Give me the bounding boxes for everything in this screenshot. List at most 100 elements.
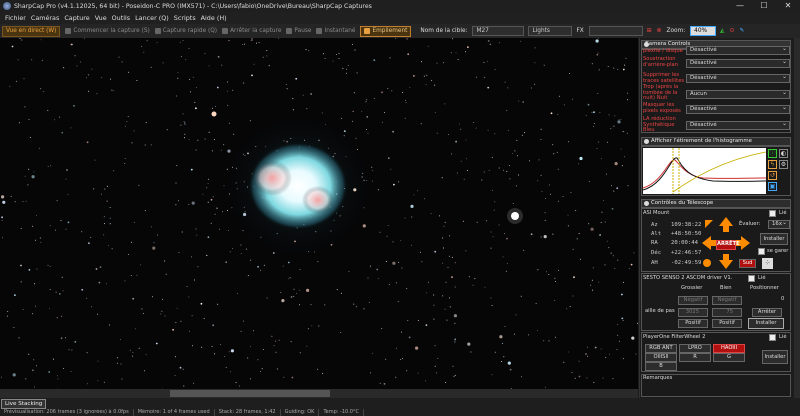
menu-cameras[interactable]: Caméras <box>31 14 59 22</box>
star <box>322 372 324 374</box>
star <box>614 115 616 117</box>
histogram-contrast-icon[interactable]: ◐ <box>779 149 788 158</box>
star <box>490 247 492 249</box>
maximize-button[interactable]: ☐ <box>752 0 776 12</box>
star <box>175 204 177 206</box>
star <box>25 378 27 380</box>
park-checkbox[interactable] <box>758 248 765 255</box>
star <box>593 126 595 127</box>
star <box>550 112 553 115</box>
northwest-arrow-icon[interactable] <box>705 220 713 228</box>
filter-button[interactable]: G <box>713 353 745 362</box>
no-overlay-icon[interactable]: ⊗ <box>657 28 662 34</box>
focuser-install-button[interactable]: Installer <box>748 318 784 329</box>
crosshair-icon[interactable]: ⊞ <box>647 28 652 34</box>
stop-capture-button[interactable]: Arrêter la capture <box>222 28 281 34</box>
pen-icon[interactable]: ✎ <box>740 28 745 34</box>
camera-row-select[interactable]: Désactivé <box>686 58 790 68</box>
mount-grid-icon[interactable]: ⁘ <box>762 258 773 269</box>
start-capture-button[interactable]: Commencer la capture (S) <box>65 28 150 34</box>
histogram-chart[interactable] <box>643 148 766 194</box>
mount-linked-checkbox[interactable] <box>769 210 776 217</box>
histogram-stretch-icon[interactable]: ϟ <box>768 160 777 169</box>
focuser-stop-button[interactable]: Arrêter <box>752 308 782 317</box>
reticle-icon[interactable]: ⊙ <box>730 28 735 34</box>
star <box>540 236 542 238</box>
live-stacking-tab[interactable]: Live Stacking <box>1 399 47 409</box>
filterwheel-install-button[interactable]: Installer <box>762 350 788 364</box>
camera-preview[interactable] <box>0 38 638 398</box>
filter-button-active[interactable]: HAOIII <box>713 344 745 353</box>
filter-button[interactable]: RGB ANT <box>645 344 677 353</box>
menu-view[interactable]: Vue <box>95 14 107 22</box>
star <box>543 64 545 66</box>
stop-icon <box>222 28 229 34</box>
panel-scrollbar[interactable] <box>794 38 800 398</box>
star <box>373 98 375 99</box>
histogram-save-icon[interactable]: ▣ <box>768 182 777 191</box>
histogram-reset-icon[interactable]: ↺ <box>768 171 777 180</box>
focuser-fine-positive-button[interactable]: Positif <box>712 319 742 328</box>
star <box>606 240 608 242</box>
north-arrow-icon[interactable] <box>719 217 733 232</box>
quick-capture-button[interactable]: Capture rapide (Q) <box>154 28 217 34</box>
focuser-coarse-negative-button[interactable]: Négatif <box>678 296 708 305</box>
star <box>126 121 128 122</box>
focuser-coarse-positive-button[interactable]: Positif <box>678 319 708 328</box>
histogram-header[interactable]: Afficher l'étirement de l'histogramme <box>641 137 791 146</box>
pause-button[interactable]: Pause <box>286 28 311 34</box>
camera-row-select[interactable]: Aucun <box>686 89 790 99</box>
filter-button[interactable]: OIIISII <box>645 353 677 362</box>
star <box>28 269 31 271</box>
star <box>387 225 389 226</box>
focuser-fine-step-input[interactable]: 75 <box>712 308 742 317</box>
focuser-coarse-step-input[interactable]: 3025 <box>678 308 708 317</box>
mount-stop-button[interactable]: ARRÊTE <box>716 240 740 250</box>
mount-south-button[interactable]: Sud <box>739 259 756 268</box>
live-view-button[interactable]: Vue en direct (W) <box>2 25 61 37</box>
focus-assist-icon[interactable]: ◭ <box>720 28 724 34</box>
camera-row-select[interactable]: Désactivé <box>686 73 790 83</box>
histogram-auto-icon[interactable]: ⓘ <box>768 149 777 158</box>
close-button[interactable]: ✕ <box>776 0 800 12</box>
menu-file[interactable]: Fichier <box>5 14 26 22</box>
menu-tools[interactable]: Outils <box>112 14 130 22</box>
star <box>553 153 555 155</box>
mount-install-button[interactable]: Installer <box>760 233 788 245</box>
filter-button[interactable]: R <box>679 353 711 362</box>
star <box>0 195 5 199</box>
slew-rate-select[interactable]: 16x <box>768 219 790 229</box>
frame-type-select[interactable]: Lights <box>528 26 573 36</box>
menu-capture[interactable]: Capture <box>64 14 89 22</box>
snapshot-button[interactable]: Instantané <box>316 28 355 34</box>
histogram-settings-icon[interactable]: ⚙ <box>779 160 788 169</box>
focuser-linked-checkbox[interactable] <box>748 275 755 282</box>
target-name-input[interactable]: M27 <box>472 26 525 36</box>
star <box>420 251 421 253</box>
star <box>227 230 229 231</box>
star <box>153 241 155 243</box>
stacking-button[interactable]: Empilement <box>360 25 412 37</box>
camera-row-select[interactable]: Désactivé <box>686 120 790 130</box>
fx-select[interactable] <box>588 26 643 36</box>
camera-row-select[interactable]: Désactivé <box>686 45 790 55</box>
filter-button[interactable]: LPRO <box>679 344 711 353</box>
menu-scripts[interactable]: Scripts <box>174 14 196 22</box>
filterwheel-linked-checkbox[interactable] <box>769 334 776 341</box>
focuser-fine-negative-button[interactable]: Négatif <box>712 296 742 305</box>
zoom-select[interactable]: 40% <box>690 26 717 36</box>
filter-button[interactable]: B <box>645 362 677 371</box>
west-arrow-icon[interactable] <box>702 236 717 250</box>
track-icon[interactable] <box>703 259 711 267</box>
telescope-header[interactable]: Contrôles du Télescope <box>641 199 791 208</box>
menu-launch[interactable]: Lancer (Q) <box>135 14 169 22</box>
minimize-button[interactable]: — <box>728 0 752 12</box>
star <box>570 191 572 193</box>
camera-row-select[interactable]: Désactivé <box>686 104 790 114</box>
star <box>266 50 268 52</box>
menu-help[interactable]: Aide (H) <box>201 14 227 22</box>
star <box>263 264 265 266</box>
star <box>472 284 474 286</box>
south-arrow-icon[interactable] <box>719 254 733 269</box>
horizontal-scrollbar-thumb[interactable] <box>170 390 330 397</box>
